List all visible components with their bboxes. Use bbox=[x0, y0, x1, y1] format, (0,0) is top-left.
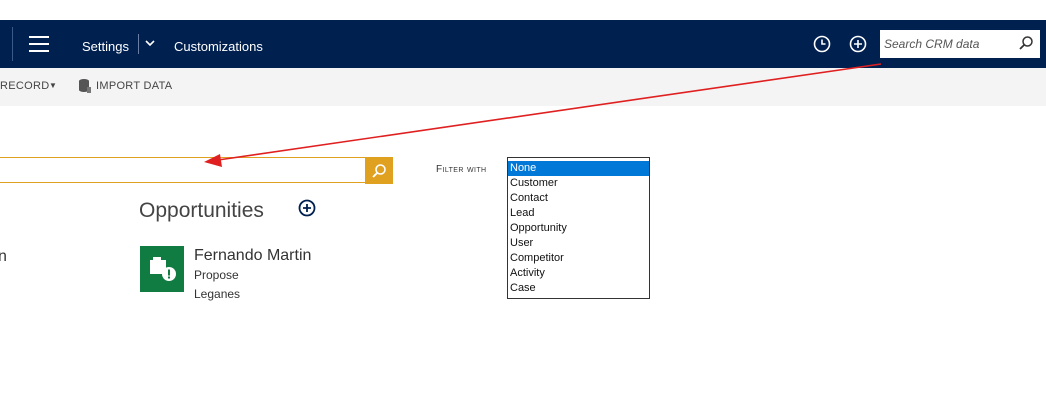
top-nav-bar: Settings Customizations bbox=[0, 20, 1046, 68]
main-search-input[interactable] bbox=[3, 161, 353, 179]
filter-option-contact[interactable]: Contact bbox=[508, 191, 649, 206]
filter-option-activity[interactable]: Activity bbox=[508, 266, 649, 281]
import-data-icon bbox=[78, 78, 92, 94]
nav-customizations-link[interactable]: Customizations bbox=[174, 39, 263, 54]
truncated-result-text: n bbox=[0, 248, 7, 265]
filter-option-none[interactable]: None bbox=[508, 161, 649, 176]
search-icon[interactable] bbox=[1018, 35, 1034, 51]
opportunities-section-title: Opportunities bbox=[139, 199, 264, 222]
global-search-input[interactable] bbox=[884, 34, 1014, 54]
nav-divider bbox=[12, 27, 13, 61]
filter-option-lead[interactable]: Lead bbox=[508, 206, 649, 221]
new-record-button[interactable]: RECORD bbox=[0, 80, 49, 92]
filter-option-competitor[interactable]: Competitor bbox=[508, 251, 649, 266]
filter-option-user[interactable]: User bbox=[508, 236, 649, 251]
filter-with-label: Filter with bbox=[436, 164, 487, 175]
global-search-box bbox=[880, 30, 1040, 58]
main-search-button[interactable] bbox=[365, 157, 393, 184]
hamburger-icon[interactable] bbox=[29, 36, 49, 52]
opportunity-card-name[interactable]: Fernando Martin bbox=[194, 247, 311, 265]
search-icon bbox=[372, 164, 386, 178]
chevron-down-icon[interactable] bbox=[145, 37, 155, 56]
history-icon[interactable] bbox=[812, 34, 832, 54]
filter-listbox[interactable]: None Customer Contact Lead Opportunity U… bbox=[507, 157, 650, 299]
filter-option-customer[interactable]: Customer bbox=[508, 176, 649, 191]
filter-option-case[interactable]: Case bbox=[508, 281, 649, 296]
add-circle-icon[interactable] bbox=[848, 34, 868, 54]
caret-down-icon[interactable]: ▼ bbox=[49, 81, 57, 90]
opportunity-icon bbox=[140, 246, 184, 292]
opportunity-card-stage: Propose bbox=[194, 268, 239, 282]
command-bar: RECORD ▼ IMPORT DATA bbox=[0, 68, 1046, 106]
nav-separator bbox=[138, 34, 139, 54]
opportunity-card-location: Leganes bbox=[194, 287, 241, 301]
add-circle-icon[interactable] bbox=[298, 199, 316, 217]
filter-option-opportunity[interactable]: Opportunity bbox=[508, 221, 649, 236]
nav-settings-link[interactable]: Settings bbox=[82, 39, 129, 54]
import-data-button[interactable]: IMPORT DATA bbox=[96, 80, 172, 92]
main-search-field bbox=[0, 157, 365, 183]
